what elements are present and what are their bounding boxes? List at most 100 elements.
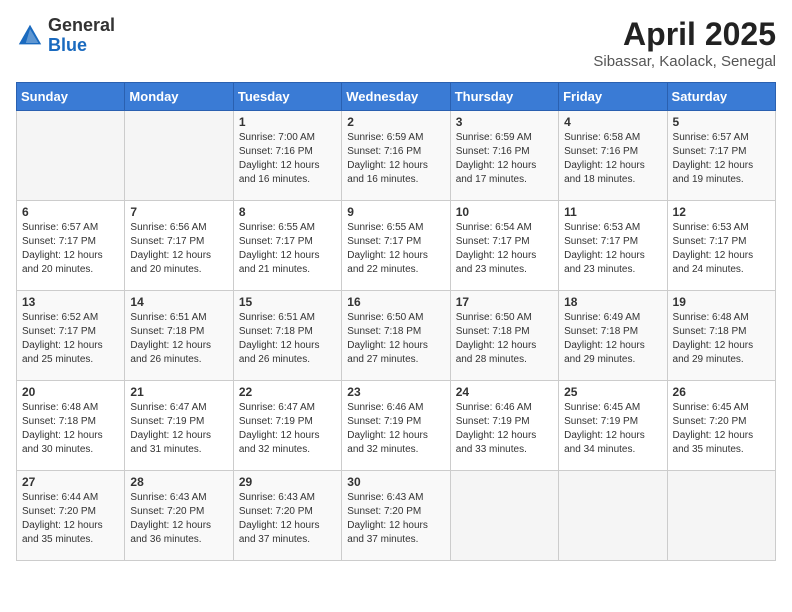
day-number: 1 [239, 115, 336, 129]
logo: General Blue [16, 16, 115, 56]
title-block: April 2025 Sibassar, Kaolack, Senegal [593, 16, 776, 70]
calendar-title: April 2025 [593, 16, 776, 53]
calendar-day-cell: 10Sunrise: 6:54 AM Sunset: 7:17 PM Dayli… [450, 201, 558, 291]
day-number: 6 [22, 205, 119, 219]
day-number: 15 [239, 295, 336, 309]
calendar-day-cell [125, 111, 233, 201]
page-header: General Blue April 2025 Sibassar, Kaolac… [16, 16, 776, 70]
calendar-day-cell: 30Sunrise: 6:43 AM Sunset: 7:20 PM Dayli… [342, 471, 450, 561]
logo-text: General Blue [48, 16, 115, 56]
calendar-day-cell [667, 471, 775, 561]
day-number: 11 [564, 205, 661, 219]
day-number: 27 [22, 475, 119, 489]
day-number: 21 [130, 385, 227, 399]
day-info: Sunrise: 6:57 AM Sunset: 7:17 PM Dayligh… [22, 221, 119, 277]
day-info: Sunrise: 7:00 AM Sunset: 7:16 PM Dayligh… [239, 131, 336, 187]
day-number: 7 [130, 205, 227, 219]
day-number: 24 [456, 385, 553, 399]
calendar-day-cell: 20 Sunrise: 6:48 AM Sunset: 7:18 PM Dayli… [17, 381, 125, 471]
logo-icon [16, 22, 44, 50]
calendar-week-row: 27 Sunrise: 6:44 AM Sunset: 7:20 PM Dayli… [17, 471, 776, 561]
calendar-day-cell: 19 Sunrise: 6:48 AM Sunset: 7:18 PM Dayli… [667, 291, 775, 381]
calendar-day-cell: 11 Sunrise: 6:53 AM Sunset: 7:17 PM Dayli… [559, 201, 667, 291]
calendar-weekday-header: Friday [559, 83, 667, 111]
day-info: Sunrise: 6:47 AM Sunset: 7:19 PM Dayligh… [130, 401, 227, 457]
calendar-day-cell [17, 111, 125, 201]
day-number: 20 [22, 385, 119, 399]
calendar-day-cell: 27 Sunrise: 6:44 AM Sunset: 7:20 PM Dayli… [17, 471, 125, 561]
calendar-weekday-header: Monday [125, 83, 233, 111]
day-number: 8 [239, 205, 336, 219]
day-info: Sunrise: 6:49 AM Sunset: 7:18 PM Dayligh… [564, 311, 661, 367]
day-number: 17 [456, 295, 553, 309]
calendar-day-cell [450, 471, 558, 561]
day-number: 22 [239, 385, 336, 399]
calendar-week-row: 6 Sunrise: 6:57 AM Sunset: 7:17 PM Daylig… [17, 201, 776, 291]
day-info: Sunrise: 6:52 AM Sunset: 7:17 PM Dayligh… [22, 311, 119, 367]
calendar-weekday-header: Wednesday [342, 83, 450, 111]
calendar-day-cell: 12Sunrise: 6:53 AM Sunset: 7:17 PM Dayli… [667, 201, 775, 291]
calendar-weekday-header: Tuesday [233, 83, 341, 111]
calendar-day-cell: 23 Sunrise: 6:46 AM Sunset: 7:19 PM Dayli… [342, 381, 450, 471]
day-info: Sunrise: 6:53 AM Sunset: 7:17 PM Dayligh… [564, 221, 661, 277]
calendar-day-cell: 15 Sunrise: 6:51 AM Sunset: 7:18 PM Dayli… [233, 291, 341, 381]
day-info: Sunrise: 6:48 AM Sunset: 7:18 PM Dayligh… [673, 311, 770, 367]
day-number: 30 [347, 475, 444, 489]
calendar-day-cell: 13Sunrise: 6:52 AM Sunset: 7:17 PM Dayli… [17, 291, 125, 381]
calendar-day-cell: 24Sunrise: 6:46 AM Sunset: 7:19 PM Dayli… [450, 381, 558, 471]
calendar-day-cell: 2 Sunrise: 6:59 AM Sunset: 7:16 PM Daylig… [342, 111, 450, 201]
day-number: 29 [239, 475, 336, 489]
day-info: Sunrise: 6:50 AM Sunset: 7:18 PM Dayligh… [456, 311, 553, 367]
calendar-table: SundayMondayTuesdayWednesdayThursdayFrid… [16, 82, 776, 561]
calendar-day-cell: 9 Sunrise: 6:55 AM Sunset: 7:17 PM Daylig… [342, 201, 450, 291]
day-info: Sunrise: 6:57 AM Sunset: 7:17 PM Dayligh… [673, 131, 770, 187]
calendar-day-cell: 25Sunrise: 6:45 AM Sunset: 7:19 PM Dayli… [559, 381, 667, 471]
day-number: 2 [347, 115, 444, 129]
day-info: Sunrise: 6:47 AM Sunset: 7:19 PM Dayligh… [239, 401, 336, 457]
calendar-day-cell: 18 Sunrise: 6:49 AM Sunset: 7:18 PM Dayli… [559, 291, 667, 381]
calendar-weekday-header: Sunday [17, 83, 125, 111]
calendar-day-cell: 1 Sunrise: 7:00 AM Sunset: 7:16 PM Daylig… [233, 111, 341, 201]
day-info: Sunrise: 6:55 AM Sunset: 7:17 PM Dayligh… [239, 221, 336, 277]
calendar-day-cell: 5Sunrise: 6:57 AM Sunset: 7:17 PM Daylig… [667, 111, 775, 201]
calendar-day-cell: 8 Sunrise: 6:55 AM Sunset: 7:17 PM Daylig… [233, 201, 341, 291]
calendar-weekday-header: Saturday [667, 83, 775, 111]
calendar-day-cell: 6 Sunrise: 6:57 AM Sunset: 7:17 PM Daylig… [17, 201, 125, 291]
day-number: 28 [130, 475, 227, 489]
day-info: Sunrise: 6:58 AM Sunset: 7:16 PM Dayligh… [564, 131, 661, 187]
calendar-header-row: SundayMondayTuesdayWednesdayThursdayFrid… [17, 83, 776, 111]
day-number: 26 [673, 385, 770, 399]
calendar-day-cell: 17 Sunrise: 6:50 AM Sunset: 7:18 PM Dayli… [450, 291, 558, 381]
day-info: Sunrise: 6:55 AM Sunset: 7:17 PM Dayligh… [347, 221, 444, 277]
day-number: 18 [564, 295, 661, 309]
day-info: Sunrise: 6:51 AM Sunset: 7:18 PM Dayligh… [239, 311, 336, 367]
calendar-weekday-header: Thursday [450, 83, 558, 111]
day-number: 9 [347, 205, 444, 219]
day-number: 19 [673, 295, 770, 309]
day-info: Sunrise: 6:46 AM Sunset: 7:19 PM Dayligh… [347, 401, 444, 457]
calendar-week-row: 13Sunrise: 6:52 AM Sunset: 7:17 PM Dayli… [17, 291, 776, 381]
calendar-week-row: 20 Sunrise: 6:48 AM Sunset: 7:18 PM Dayli… [17, 381, 776, 471]
calendar-day-cell: 7 Sunrise: 6:56 AM Sunset: 7:17 PM Daylig… [125, 201, 233, 291]
calendar-day-cell: 29Sunrise: 6:43 AM Sunset: 7:20 PM Dayli… [233, 471, 341, 561]
day-info: Sunrise: 6:43 AM Sunset: 7:20 PM Dayligh… [130, 491, 227, 547]
day-info: Sunrise: 6:59 AM Sunset: 7:16 PM Dayligh… [456, 131, 553, 187]
calendar-day-cell: 16Sunrise: 6:50 AM Sunset: 7:18 PM Dayli… [342, 291, 450, 381]
calendar-day-cell: 14Sunrise: 6:51 AM Sunset: 7:18 PM Dayli… [125, 291, 233, 381]
calendar-day-cell: 3 Sunrise: 6:59 AM Sunset: 7:16 PM Daylig… [450, 111, 558, 201]
day-info: Sunrise: 6:53 AM Sunset: 7:17 PM Dayligh… [673, 221, 770, 277]
day-info: Sunrise: 6:45 AM Sunset: 7:20 PM Dayligh… [673, 401, 770, 457]
day-info: Sunrise: 6:56 AM Sunset: 7:17 PM Dayligh… [130, 221, 227, 277]
day-info: Sunrise: 6:44 AM Sunset: 7:20 PM Dayligh… [22, 491, 119, 547]
calendar-day-cell: 22 Sunrise: 6:47 AM Sunset: 7:19 PM Dayli… [233, 381, 341, 471]
day-info: Sunrise: 6:59 AM Sunset: 7:16 PM Dayligh… [347, 131, 444, 187]
calendar-day-cell: 4Sunrise: 6:58 AM Sunset: 7:16 PM Daylig… [559, 111, 667, 201]
calendar-day-cell: 28 Sunrise: 6:43 AM Sunset: 7:20 PM Dayli… [125, 471, 233, 561]
calendar-day-cell: 21 Sunrise: 6:47 AM Sunset: 7:19 PM Dayli… [125, 381, 233, 471]
day-info: Sunrise: 6:50 AM Sunset: 7:18 PM Dayligh… [347, 311, 444, 367]
day-info: Sunrise: 6:45 AM Sunset: 7:19 PM Dayligh… [564, 401, 661, 457]
day-number: 23 [347, 385, 444, 399]
day-number: 14 [130, 295, 227, 309]
day-number: 3 [456, 115, 553, 129]
day-info: Sunrise: 6:48 AM Sunset: 7:18 PM Dayligh… [22, 401, 119, 457]
